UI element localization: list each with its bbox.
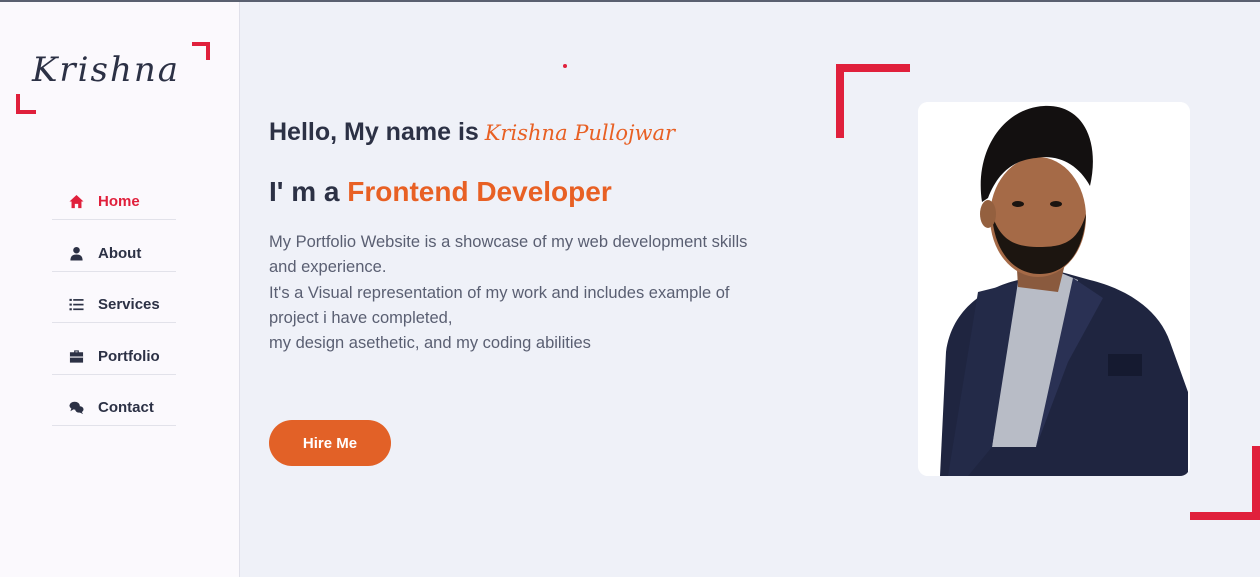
sidebar: Krishna Home About Services Portfolio Co…: [0, 2, 240, 577]
sidebar-item-home[interactable]: Home: [52, 184, 176, 220]
greeting-heading: Hello, My name is Krishna Pullojwar: [269, 118, 675, 147]
role-highlight: Frontend Developer: [347, 176, 612, 207]
portfolio-page: Krishna Home About Services Portfolio Co…: [0, 0, 1260, 577]
greeting-prefix: Hello, My name is: [269, 118, 479, 146]
briefcase-icon: [66, 348, 86, 364]
logo-corner-bottom-left: [16, 94, 36, 114]
chat-icon: [66, 400, 86, 416]
description-line: my design asethetic, and my coding abili…: [269, 334, 591, 353]
role-prefix: I' m a: [269, 176, 340, 207]
photo-frame-corner-bottom-right: [1190, 446, 1260, 520]
sidebar-item-label: Portfolio: [98, 347, 160, 365]
hire-me-button[interactable]: Hire Me: [269, 420, 391, 466]
logo[interactable]: Krishna: [16, 42, 212, 114]
home-icon: [66, 194, 86, 210]
decorative-dot: [563, 64, 567, 68]
sidebar-item-label: About: [98, 244, 142, 262]
hero-description: My Portfolio Website is a showcase of my…: [269, 230, 829, 356]
profile-photo: [918, 102, 1190, 476]
sidebar-item-label: Services: [98, 296, 160, 313]
author-name: Krishna Pullojwar: [484, 121, 676, 145]
list-icon: [66, 297, 86, 313]
sidebar-item-portfolio[interactable]: Portfolio: [52, 339, 176, 375]
role-heading: I' m a Frontend Developer: [269, 176, 612, 208]
description-line: and experience.: [269, 258, 387, 277]
user-icon: [66, 245, 86, 261]
sidebar-item-services[interactable]: Services: [52, 287, 176, 323]
sidebar-item-about[interactable]: About: [52, 236, 176, 272]
description-line: It's a Visual representation of my work …: [269, 283, 730, 302]
sidebar-item-label: Home: [98, 193, 140, 210]
logo-corner-top-right: [192, 42, 210, 60]
description-line: My Portfolio Website is a showcase of my…: [269, 233, 748, 251]
sidebar-item-contact[interactable]: Contact: [52, 390, 176, 426]
sidebar-item-label: Contact: [98, 399, 154, 416]
photo-frame-corner-top-left: [836, 64, 910, 138]
logo-text: Krishna: [32, 50, 181, 90]
description-line: project i have completed,: [269, 308, 453, 327]
sidebar-nav: Home About Services Portfolio Contact: [52, 184, 176, 442]
